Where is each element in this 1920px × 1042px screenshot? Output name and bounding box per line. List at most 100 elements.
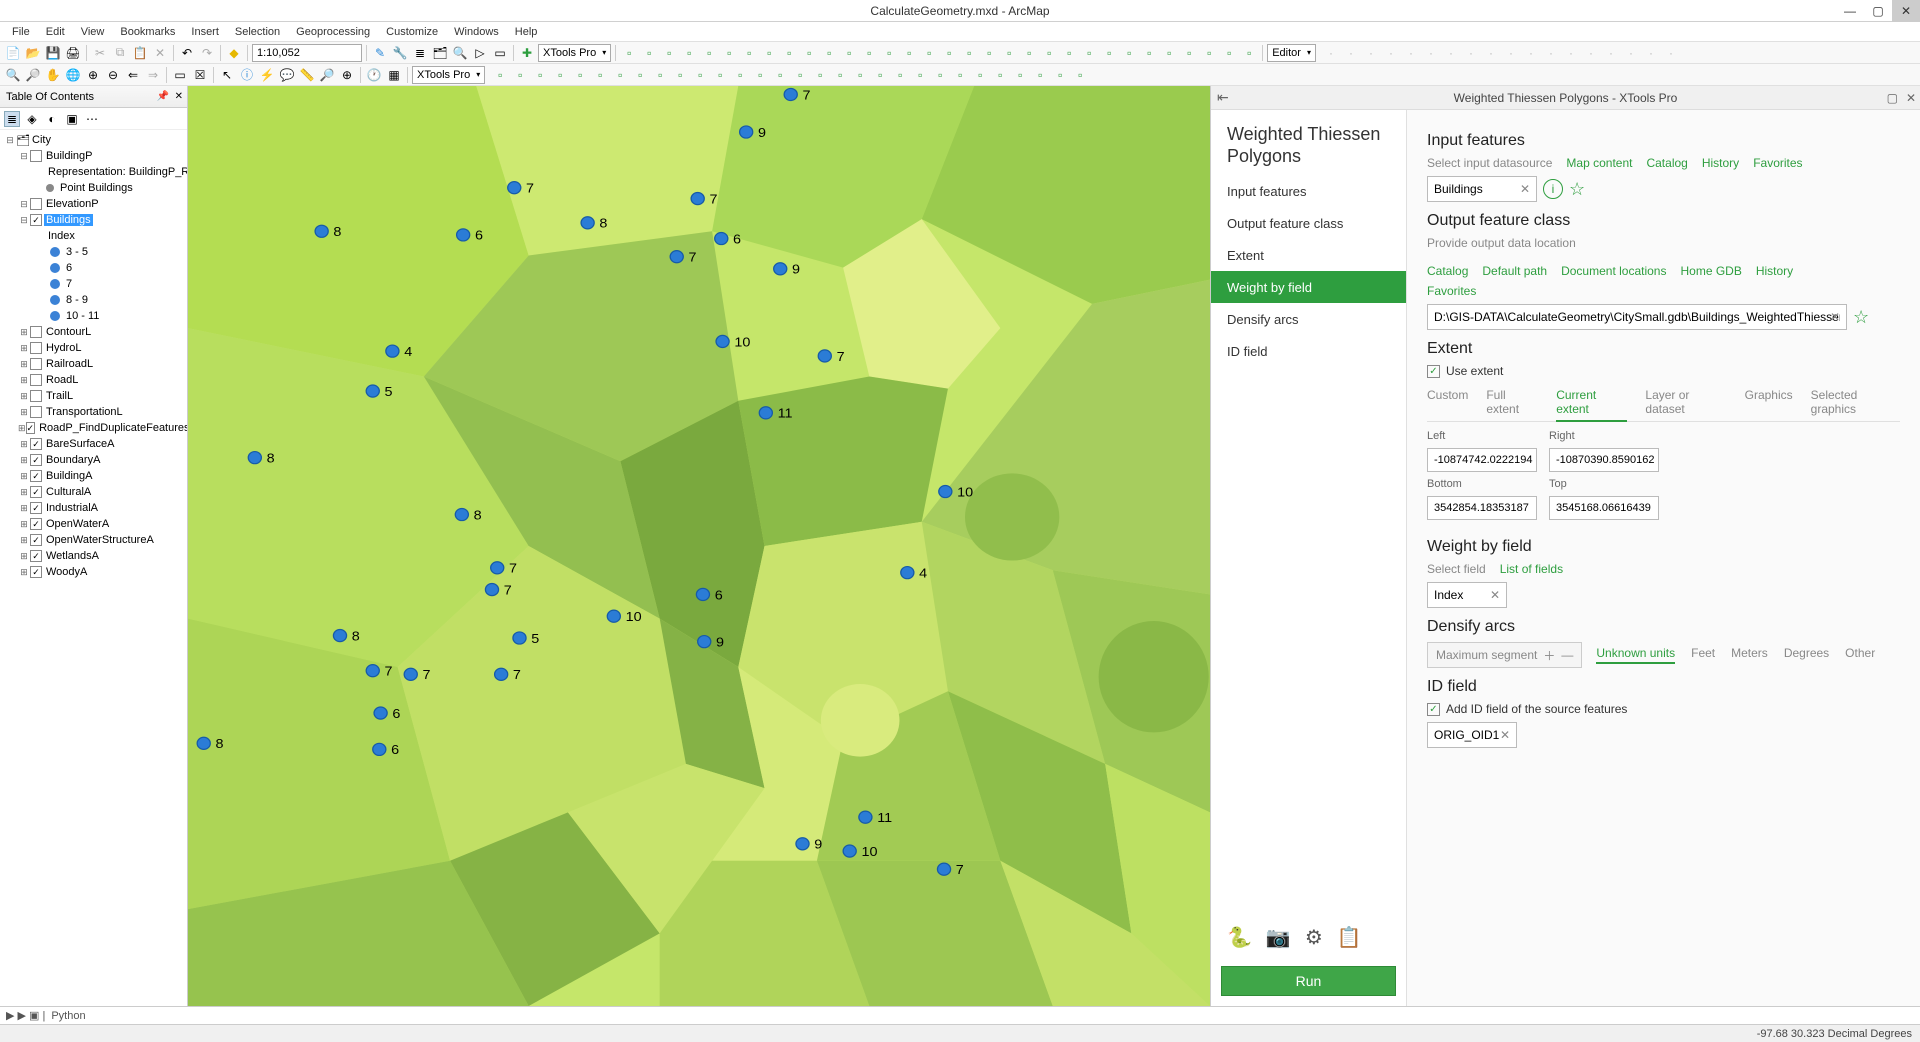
measure-icon[interactable]: 📏	[298, 66, 316, 84]
xtools-tool-icon[interactable]: ▫	[780, 44, 798, 62]
clear-sel-icon[interactable]: ☒	[191, 66, 209, 84]
xtools-tool-icon[interactable]: ▫	[811, 66, 829, 84]
extent-tab-selected-graphics[interactable]: Selected graphics	[1811, 384, 1900, 421]
fixed-zoom-out-icon[interactable]: ⊖	[104, 66, 122, 84]
layer-checkbox[interactable]	[30, 486, 42, 498]
zoom-in-icon[interactable]: 🔍	[4, 66, 22, 84]
input-features-field[interactable]: Buildings ✕	[1427, 176, 1537, 202]
menu-windows[interactable]: Windows	[446, 24, 507, 40]
map-view[interactable]: 7978786679104751181087476108597776861191…	[188, 86, 1210, 1006]
editor-tool-icon[interactable]: ·	[1642, 44, 1660, 62]
menu-file[interactable]: File	[4, 24, 38, 40]
xtools-icon[interactable]: ✚	[518, 44, 536, 62]
layer-RoadL[interactable]: RoadL	[44, 374, 80, 386]
xtools-tool-icon[interactable]: ▫	[831, 66, 849, 84]
layer-checkbox[interactable]	[30, 518, 42, 530]
select-icon[interactable]: ▭	[171, 66, 189, 84]
editor-tool-icon[interactable]: ·	[1542, 44, 1560, 62]
xtools-tool-icon[interactable]: ▫	[640, 44, 658, 62]
extent-tab-graphics[interactable]: Graphics	[1745, 384, 1793, 421]
hyperlink-icon[interactable]: ⚡	[258, 66, 276, 84]
layer-checkbox[interactable]	[30, 502, 42, 514]
layer-BuildingA[interactable]: BuildingA	[44, 470, 94, 482]
xtools-tool-icon[interactable]: ▫	[1180, 44, 1198, 62]
xtools-tool-icon[interactable]: ▫	[1040, 44, 1058, 62]
identify-icon[interactable]: ⓘ	[238, 66, 256, 84]
link-favorites[interactable]: Favorites	[1427, 284, 1476, 298]
list-by-selection-icon[interactable]: ▣	[64, 111, 80, 127]
layer-checkbox[interactable]	[30, 358, 42, 370]
open-icon[interactable]: 📂	[24, 44, 42, 62]
menu-view[interactable]: View	[73, 24, 113, 40]
xtools-tool-icon[interactable]: ▫	[1011, 66, 1029, 84]
id-field[interactable]: ORIG_OID1 ✕	[1427, 722, 1517, 748]
unit-unknown-units[interactable]: Unknown units	[1596, 646, 1675, 664]
settings-icon[interactable]: ⚙	[1305, 925, 1323, 950]
list-of-fields-link[interactable]: List of fields	[1500, 562, 1563, 576]
xtools-tool-icon[interactable]: ▫	[680, 44, 698, 62]
use-extent-checkbox[interactable]	[1427, 365, 1440, 378]
editor-tool-icon[interactable]: ·	[1502, 44, 1520, 62]
xtools-tool-icon[interactable]: ▫	[631, 66, 649, 84]
xtools-tool-icon[interactable]: ▫	[1060, 44, 1078, 62]
menu-bookmarks[interactable]: Bookmarks	[112, 24, 183, 40]
search-icon[interactable]: 🔍	[451, 44, 469, 62]
editor-tool-icon[interactable]: ·	[1662, 44, 1680, 62]
list-by-drawing-order-icon[interactable]: ≣	[4, 111, 20, 127]
fixed-zoom-in-icon[interactable]: ⊕	[84, 66, 102, 84]
xtools-tool-icon[interactable]: ▫	[651, 66, 669, 84]
layer-checkbox[interactable]	[30, 470, 42, 482]
layer-ContourL[interactable]: ContourL	[44, 326, 93, 338]
maximize-button[interactable]: ▢	[1864, 0, 1892, 22]
python-window-bar[interactable]: ▶ ▶ ▣ | Python	[0, 1006, 1920, 1024]
xtools-tool-icon[interactable]: ▫	[751, 66, 769, 84]
save-icon[interactable]: 💾	[44, 44, 62, 62]
minimize-button[interactable]: —	[1836, 0, 1864, 22]
layer-BareSurfaceA[interactable]: BareSurfaceA	[44, 438, 116, 450]
menu-geoprocessing[interactable]: Geoprocessing	[288, 24, 378, 40]
scale-input[interactable]	[252, 44, 362, 62]
editor-tool-icon[interactable]: ·	[1422, 44, 1440, 62]
unit-meters[interactable]: Meters	[1731, 646, 1768, 664]
layer-checkbox[interactable]	[30, 406, 42, 418]
xtools-tool-icon[interactable]: ▫	[900, 44, 918, 62]
menu-insert[interactable]: Insert	[183, 24, 227, 40]
extent-right[interactable]: -10870390.8590162	[1549, 448, 1659, 472]
editor-tool-icon[interactable]: ·	[1462, 44, 1480, 62]
link-catalog[interactable]: Catalog	[1427, 264, 1468, 278]
pointer-icon[interactable]: ↖	[218, 66, 236, 84]
editor-tool-icon[interactable]: ·	[1382, 44, 1400, 62]
extent-top[interactable]: 3545168.06616439	[1549, 496, 1659, 520]
prev-extent-icon[interactable]: ⇐	[124, 66, 142, 84]
xtools-tool-icon[interactable]: ▫	[951, 66, 969, 84]
nav-item-input-features[interactable]: Input features	[1211, 175, 1406, 207]
xtools-tool-icon[interactable]: ▫	[860, 44, 878, 62]
layer-WoodyA[interactable]: WoodyA	[44, 566, 89, 578]
extent-left[interactable]: -10874742.0222194	[1427, 448, 1537, 472]
xtools-tool-icon[interactable]: ▫	[931, 66, 949, 84]
xtools-tool-icon[interactable]: ▫	[820, 44, 838, 62]
cut-icon[interactable]: ✂	[91, 44, 109, 62]
print-icon[interactable]: 🖨	[64, 44, 82, 62]
layer-checkbox[interactable]	[30, 198, 42, 210]
new-icon[interactable]: 📄	[4, 44, 22, 62]
xtools-tool-icon[interactable]: ▫	[971, 66, 989, 84]
extent-bottom[interactable]: 3542854.18353187	[1427, 496, 1537, 520]
xtools-tool-icon[interactable]: ▫	[1031, 66, 1049, 84]
layer-checkbox[interactable]	[30, 550, 42, 562]
nav-item-weight-by-field[interactable]: Weight by field	[1211, 271, 1406, 303]
pin-icon[interactable]: 📌	[157, 91, 169, 102]
link-history[interactable]: History	[1756, 264, 1793, 278]
weight-field[interactable]: Index ✕	[1427, 582, 1507, 608]
menu-help[interactable]: Help	[507, 24, 546, 40]
xtools-tool-icon[interactable]: ▫	[1080, 44, 1098, 62]
editor-tool-icon[interactable]: ·	[1522, 44, 1540, 62]
editor-tool-icon[interactable]: ·	[1442, 44, 1460, 62]
editor-tool-icon[interactable]: ·	[1342, 44, 1360, 62]
python-icon[interactable]: ▷	[471, 44, 489, 62]
xtools-tool-icon[interactable]: ▫	[1220, 44, 1238, 62]
xtools-tool-icon[interactable]: ▫	[940, 44, 958, 62]
xtools-tool-icon[interactable]: ▫	[871, 66, 889, 84]
max-segment-field[interactable]: Maximum segment ＋ —	[1427, 642, 1582, 668]
layer-HydroL[interactable]: HydroL	[44, 342, 83, 354]
